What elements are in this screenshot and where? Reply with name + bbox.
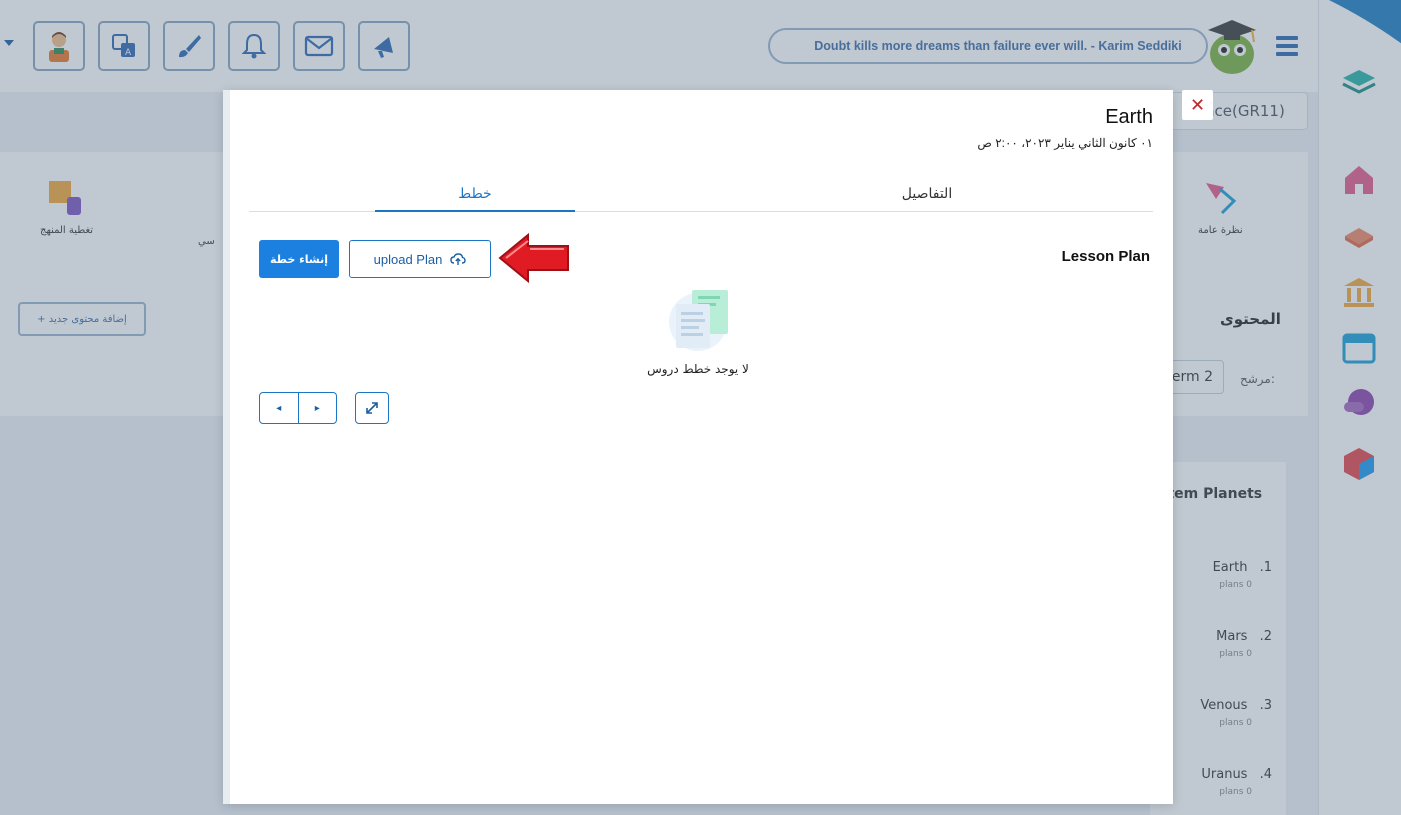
- documents-illustration-icon: [669, 290, 728, 351]
- upload-plan-button[interactable]: upload Plan: [349, 240, 491, 278]
- modal-tabs: خطط التفاصيل: [249, 176, 1153, 212]
- upload-plan-label: upload Plan: [373, 251, 443, 267]
- pointer-arrow-icon: [498, 232, 569, 284]
- lesson-plan-label: Lesson Plan: [1061, 248, 1150, 265]
- create-plan-button[interactable]: إنشاء خطة: [259, 240, 339, 278]
- expand-icon: [366, 402, 378, 414]
- pager: ◂ ▸: [259, 392, 337, 424]
- expand-button[interactable]: [355, 392, 389, 424]
- tab-plans[interactable]: خطط: [375, 176, 575, 212]
- lesson-modal: Earth ٠١ كانون الثاني يناير ٢٠٢٣، ٢:٠٠ ص…: [223, 90, 1173, 804]
- modal-date: ٠١ كانون الثاني يناير ٢٠٢٣، ٢:٠٠ ص: [977, 136, 1153, 150]
- next-page-button[interactable]: ▸: [299, 393, 337, 423]
- modal-title: Earth: [1105, 106, 1153, 128]
- tab-details[interactable]: التفاصيل: [827, 176, 1027, 212]
- cloud-upload-icon: [450, 253, 467, 265]
- empty-state-text: لا يوجد خطط دروس: [647, 362, 749, 376]
- close-icon: ✕: [1189, 94, 1206, 116]
- close-button[interactable]: ✕: [1182, 90, 1213, 120]
- prev-page-button[interactable]: ◂: [260, 393, 299, 423]
